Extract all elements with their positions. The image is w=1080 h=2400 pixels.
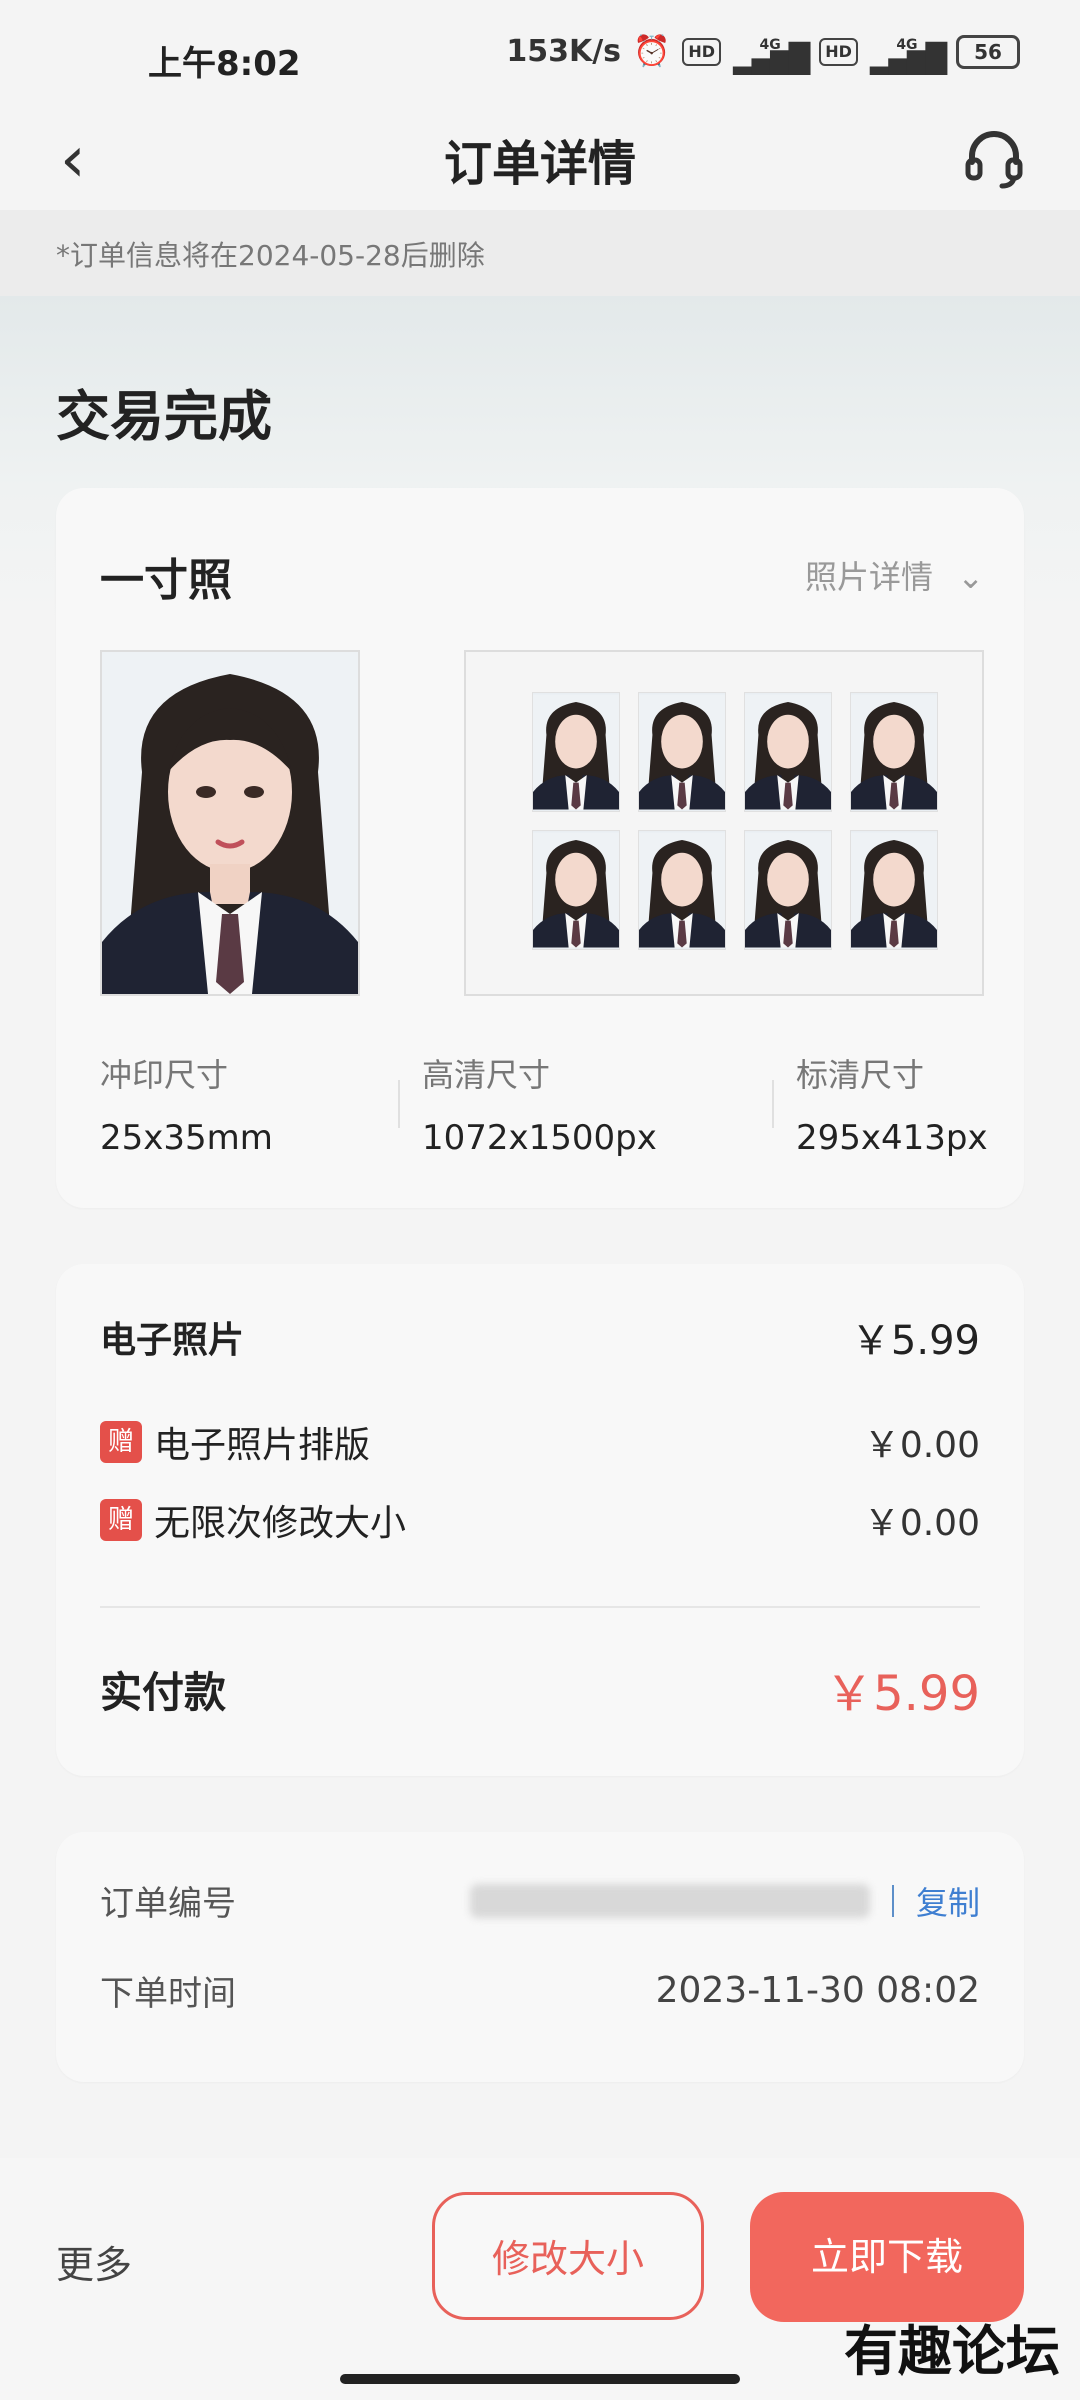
more-button[interactable]: 更多 [56, 2234, 132, 2289]
layout-thumb [850, 692, 938, 812]
resize-button[interactable]: 修改大小 [432, 2192, 704, 2320]
status-icons: 153K/s ⏰ HD 4G ▂▄▆█ HD 4G ▂▄▆█ 56 [506, 34, 1020, 75]
spec-value: 295x413px [796, 1118, 988, 1158]
order-status: 交易完成 [56, 385, 272, 448]
chevron-down-icon: ⌄ [957, 558, 984, 596]
headset-icon[interactable] [962, 126, 1026, 190]
gift-row: 赠电子照片排版 ￥0.00 [100, 1416, 980, 1468]
layout-thumb [744, 830, 832, 950]
watermark: 有趣论坛 [844, 2319, 1060, 2383]
status-bar: 上午8:02 153K/s ⏰ HD 4G ▂▄▆█ HD 4G ▂▄▆█ 56 [0, 0, 1080, 120]
alarm-icon: ⏰ [633, 34, 671, 69]
gift-label: 电子照片排版 [154, 1425, 371, 1466]
spec-divider [398, 1080, 400, 1128]
order-time-value: 2023-11-30 08:02 [655, 1970, 980, 2011]
layout-thumb [532, 692, 620, 812]
status-time: 上午8:02 [148, 44, 301, 84]
order-info-card: 订单编号 复制 下单时间 2023-11-30 08:02 [56, 1832, 1024, 2082]
gift-badge: 赠 [100, 1421, 142, 1463]
paid-label: 实付款 [100, 1667, 227, 1717]
spec-value: 25x35mm [100, 1118, 273, 1158]
order-time-label: 下单时间 [100, 1974, 236, 2014]
spec-label: 标清尺寸 [796, 1056, 925, 1094]
layout-thumb [850, 830, 938, 950]
photo-layout-grid [532, 692, 938, 950]
spec-label: 冲印尺寸 [100, 1056, 229, 1094]
copy-separator [891, 1884, 894, 1917]
photo-layout-preview[interactable] [464, 650, 984, 996]
gift-price: ￥0.00 [863, 1425, 980, 1466]
delete-notice: *订单信息将在2024-05-28后删除 [0, 210, 1080, 296]
item-label: 电子照片 [100, 1320, 245, 1361]
gift-item: 赠电子照片排版 [100, 1416, 370, 1468]
battery-icon: 56 [956, 34, 1020, 69]
spec-label: 高清尺寸 [422, 1056, 551, 1094]
order-number-label: 订单编号 [100, 1884, 236, 1924]
copy-button[interactable]: 复制 [916, 1884, 980, 1922]
gift-badge: 赠 [100, 1499, 142, 1541]
page-title: 订单详情 [443, 136, 636, 192]
id-photo-preview[interactable] [100, 650, 360, 996]
spec-sd-size: 标清尺寸 295x413px [796, 1050, 988, 1158]
home-indicator[interactable] [340, 2374, 740, 2384]
item-price: ￥5.99 [850, 1318, 980, 1364]
gift-row: 赠无限次修改大小 ￥0.00 [100, 1494, 980, 1546]
spec-hd-size: 高清尺寸 1072x1500px [422, 1050, 657, 1158]
spec-print-size: 冲印尺寸 25x35mm [100, 1050, 273, 1158]
order-time-row: 下单时间 2023-11-30 08:02 [100, 1966, 980, 2015]
layout-thumb [532, 830, 620, 950]
photo-specs: 冲印尺寸 25x35mm 高清尺寸 1072x1500px 标清尺寸 295x4… [100, 1050, 988, 1170]
notice-text: *订单信息将在2024-05-28后删除 [56, 239, 485, 272]
nav-bar: ‹ 订单详情 [0, 110, 1080, 210]
network-speed: 153K/s [506, 34, 622, 69]
photo-type-title: 一寸照 [100, 555, 232, 606]
price-divider [100, 1606, 980, 1608]
signal-icon: 4G ▂▄▆█ [733, 36, 810, 75]
signal-icon-2: 4G ▂▄▆█ [869, 36, 947, 75]
price-card: 电子照片 ￥5.99 赠电子照片排版 ￥0.00 赠无限次修改大小 ￥0.00 … [56, 1264, 1024, 1776]
layout-thumb [638, 692, 726, 812]
layout-thumb [638, 830, 726, 950]
photo-detail-toggle[interactable]: 照片详情 ⌄ [805, 552, 984, 598]
photo-card: 一寸照 照片详情 ⌄ 冲印尺寸 25x35mm 高清尺寸 1072x1500px… [56, 488, 1024, 1208]
order-number-value-blurred [469, 1883, 870, 1918]
item-row: 电子照片 ￥5.99 [100, 1308, 980, 1366]
paid-row: 实付款 ￥5.99 [100, 1654, 980, 1724]
paid-amount: ￥5.99 [825, 1666, 980, 1722]
spec-divider [772, 1080, 774, 1128]
hd-icon-2: HD [819, 37, 858, 66]
photo-detail-label: 照片详情 [805, 558, 934, 596]
gift-item: 赠无限次修改大小 [100, 1494, 406, 1546]
download-button[interactable]: 立即下载 [750, 2192, 1024, 2322]
layout-thumb [744, 692, 832, 812]
spec-value: 1072x1500px [422, 1118, 657, 1158]
gift-price: ￥0.00 [863, 1503, 980, 1544]
gift-label: 无限次修改大小 [154, 1503, 407, 1544]
portrait-image [102, 652, 358, 994]
order-number-group: 复制 [469, 1878, 980, 1924]
order-number-row: 订单编号 复制 [100, 1876, 980, 1925]
hd-icon: HD [682, 37, 722, 66]
